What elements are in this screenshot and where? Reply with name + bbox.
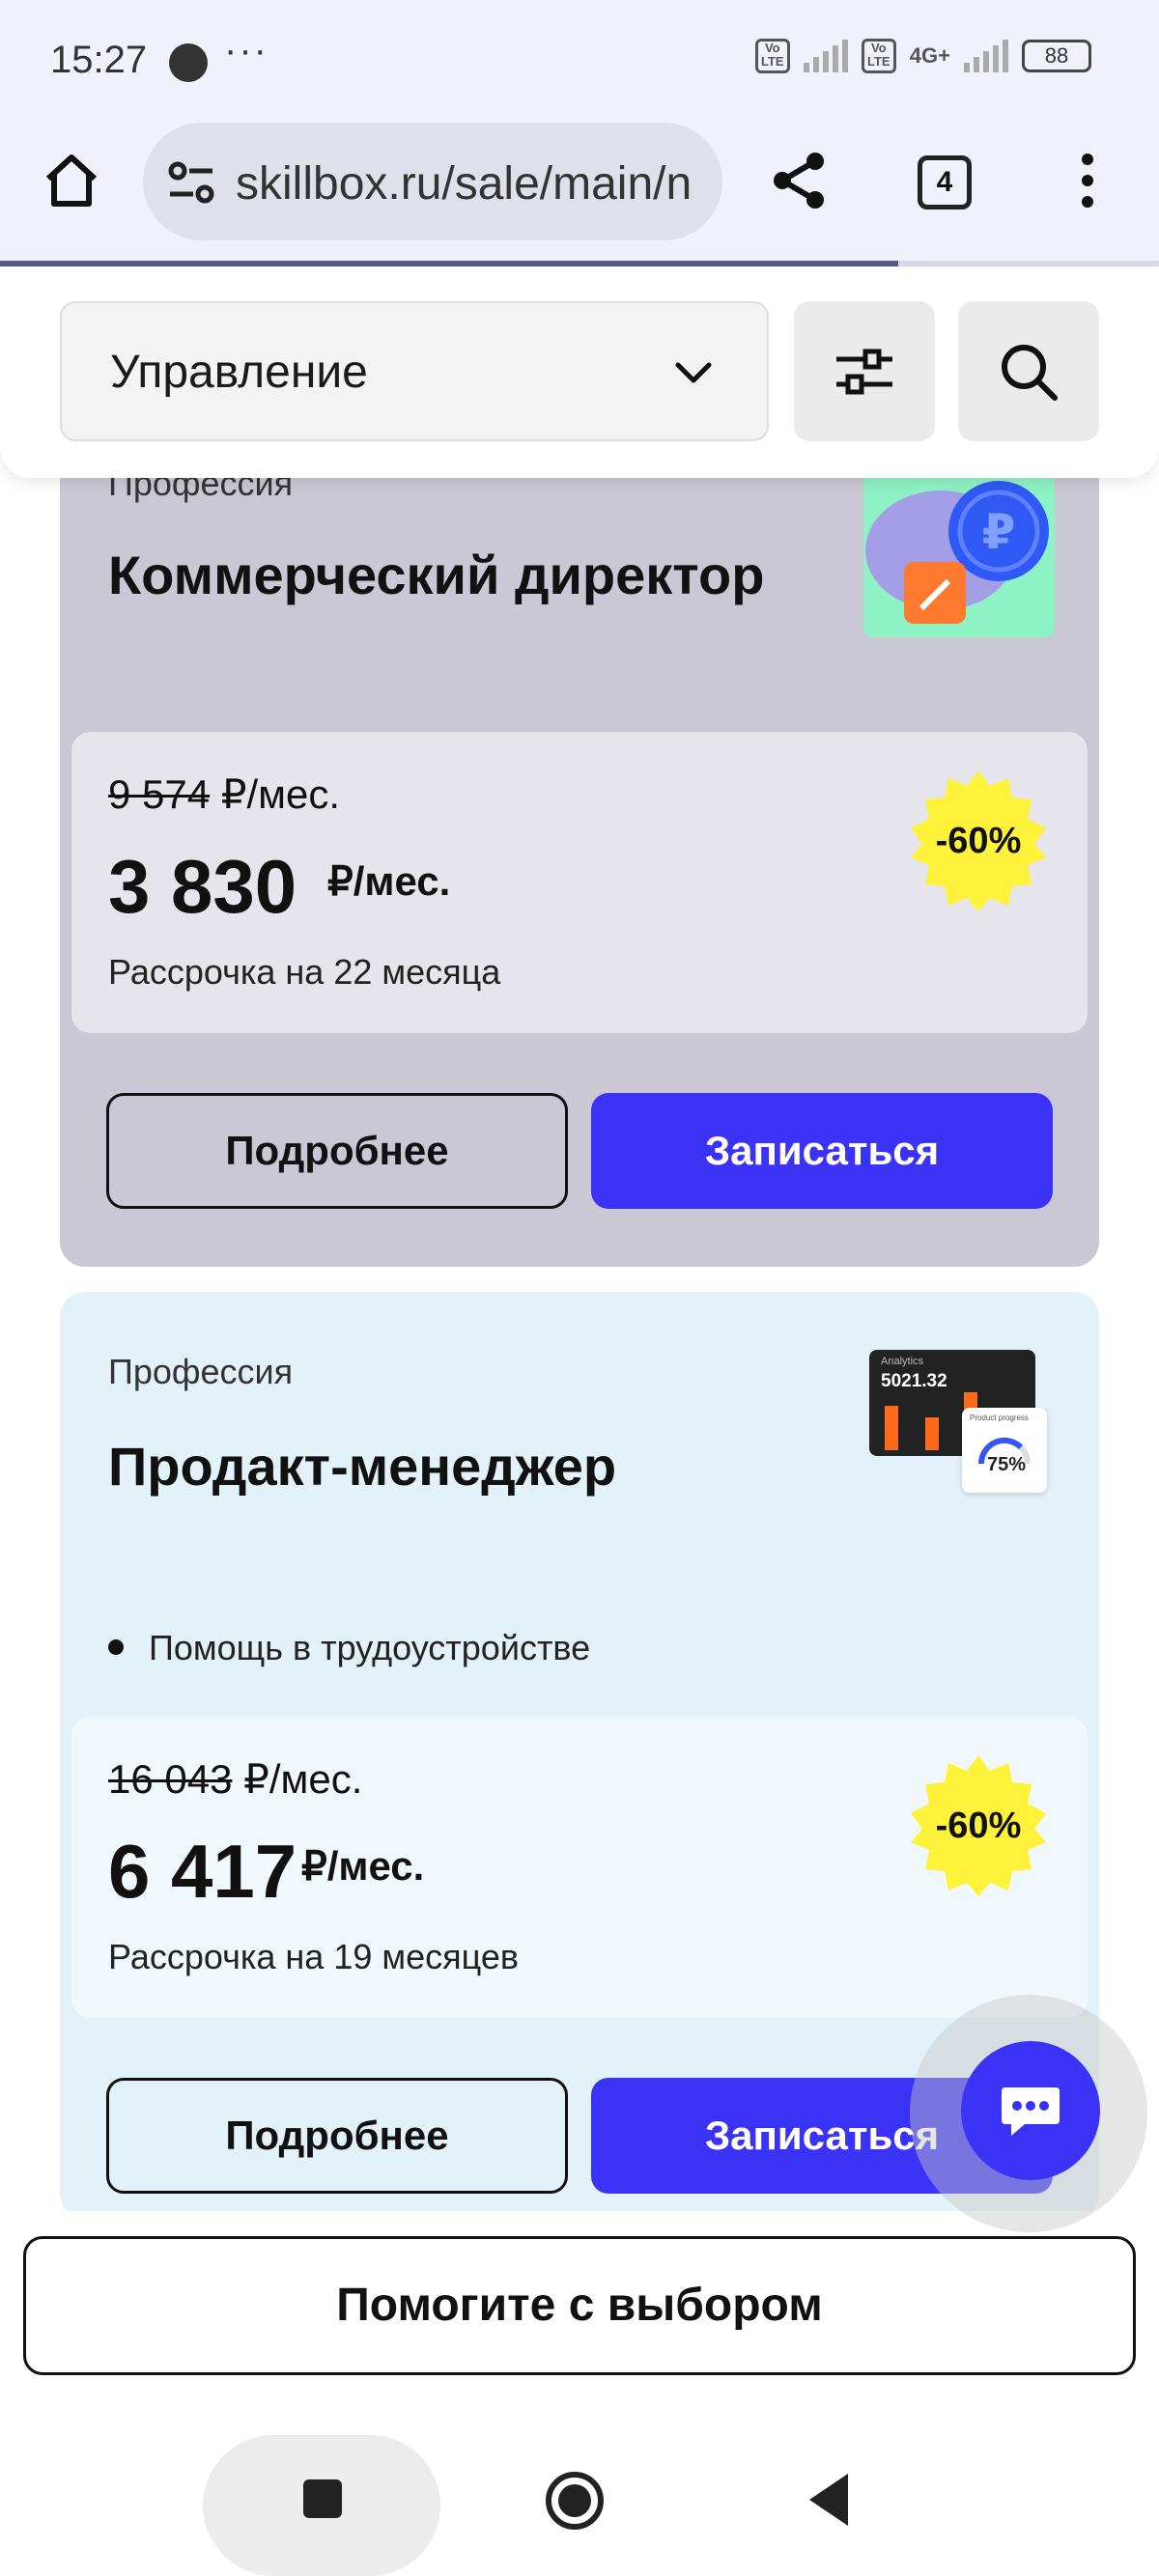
details-button[interactable]: Подробнее [106,2078,568,2194]
new-price: 6 417 [108,1829,297,1914]
address-bar[interactable]: skillbox.ru/sale/main/n [143,123,722,240]
category-select-value: Управление [110,347,368,398]
signal-icon-2 [964,40,1008,72]
home-nav-icon[interactable] [544,2470,606,2532]
new-price: 3 830 [108,844,297,929]
new-price-unit: ₽/мес. [301,1843,425,1889]
search-button[interactable] [958,301,1099,441]
volte-icon-2: Vo LTE [861,39,896,73]
thumb-percent: 75% [987,1454,1027,1475]
enroll-button[interactable]: Записаться [591,1093,1053,1209]
status-bar: 15:27 ··· Vo LTE Vo LTE 4G+ 88 [0,0,1159,121]
category-select[interactable]: Управление [60,301,769,441]
status-time: 15:27 [50,39,148,81]
chat-bubble-icon [1002,2087,1060,2136]
course-card-commercial-director[interactable]: Профессия Коммерческий директор ₽ 9 574 … [60,367,1099,1267]
help-choose-button[interactable]: Помогите с выбором [23,2236,1136,2375]
share-icon[interactable] [769,150,831,211]
price-box: 16 043 ₽/мес. 6 417 ₽/мес. Рассрочка на … [71,1717,1088,2018]
new-price-unit: ₽/мес. [327,858,451,904]
signal-icon [803,40,848,72]
thumb-progress-card: Product progress 75% [962,1408,1047,1493]
tabs-button[interactable]: 4 [918,155,972,210]
discount-label: -60% [935,821,1022,861]
sliders-icon [836,349,892,395]
discount-label: -60% [935,1806,1022,1846]
home-icon[interactable] [41,150,102,211]
thumb-caption: Analytics [881,1356,924,1367]
course-kicker: Профессия [108,1352,294,1391]
thumb-value: 5021.32 [881,1371,947,1391]
details-button[interactable]: Подробнее [106,1093,568,1209]
filter-bar: Управление [0,270,1159,478]
app-notification-icon [169,43,208,82]
progress-fill [0,261,898,266]
thumb-sub: Product progress [970,1414,1029,1422]
search-icon [1002,345,1058,401]
old-price: 9 574 ₽/мес. [108,771,341,817]
svg-text:₽: ₽ [982,504,1016,560]
price-box: 9 574 ₽/мес. 3 830 ₽/мес. Рассрочка на 2… [71,732,1088,1033]
status-indicators: Vo LTE Vo LTE 4G+ 88 [754,39,1091,73]
bottom-area: Помогите с выбором [0,2211,1159,2576]
installment-text: Рассрочка на 19 месяцев [108,1937,519,1976]
discount-badge: -60% [906,1753,1051,1898]
page-load-progress [0,261,1159,266]
recent-apps-icon[interactable] [301,2478,344,2520]
kebab-menu-icon[interactable] [1070,150,1105,211]
network-type: 4G+ [909,43,950,68]
feature-item: Помощь в трудоустройстве [108,1628,590,1668]
back-nav-icon[interactable] [806,2472,854,2528]
old-price: 16 043 ₽/мес. [108,1756,363,1802]
discount-badge: -60% [906,769,1051,913]
course-title[interactable]: Продакт-менеджер [108,1435,616,1498]
installment-text: Рассрочка на 22 месяца [108,952,501,992]
tune-icon[interactable] [166,159,216,206]
filters-button[interactable] [794,301,935,441]
course-title[interactable]: Коммерческий директор [108,544,764,606]
course-thumbnail-ruble: ₽ [863,473,1055,637]
volte-icon: Vo LTE [754,39,790,73]
chevron-down-icon [675,362,712,383]
battery-icon: 88 [1022,40,1091,72]
url-text[interactable]: skillbox.ru/sale/main/n [236,157,709,210]
chat-button[interactable] [961,2041,1100,2180]
browser-toolbar: skillbox.ru/sale/main/n 4 [0,121,1159,266]
more-notifications-icon: ··· [224,29,269,71]
